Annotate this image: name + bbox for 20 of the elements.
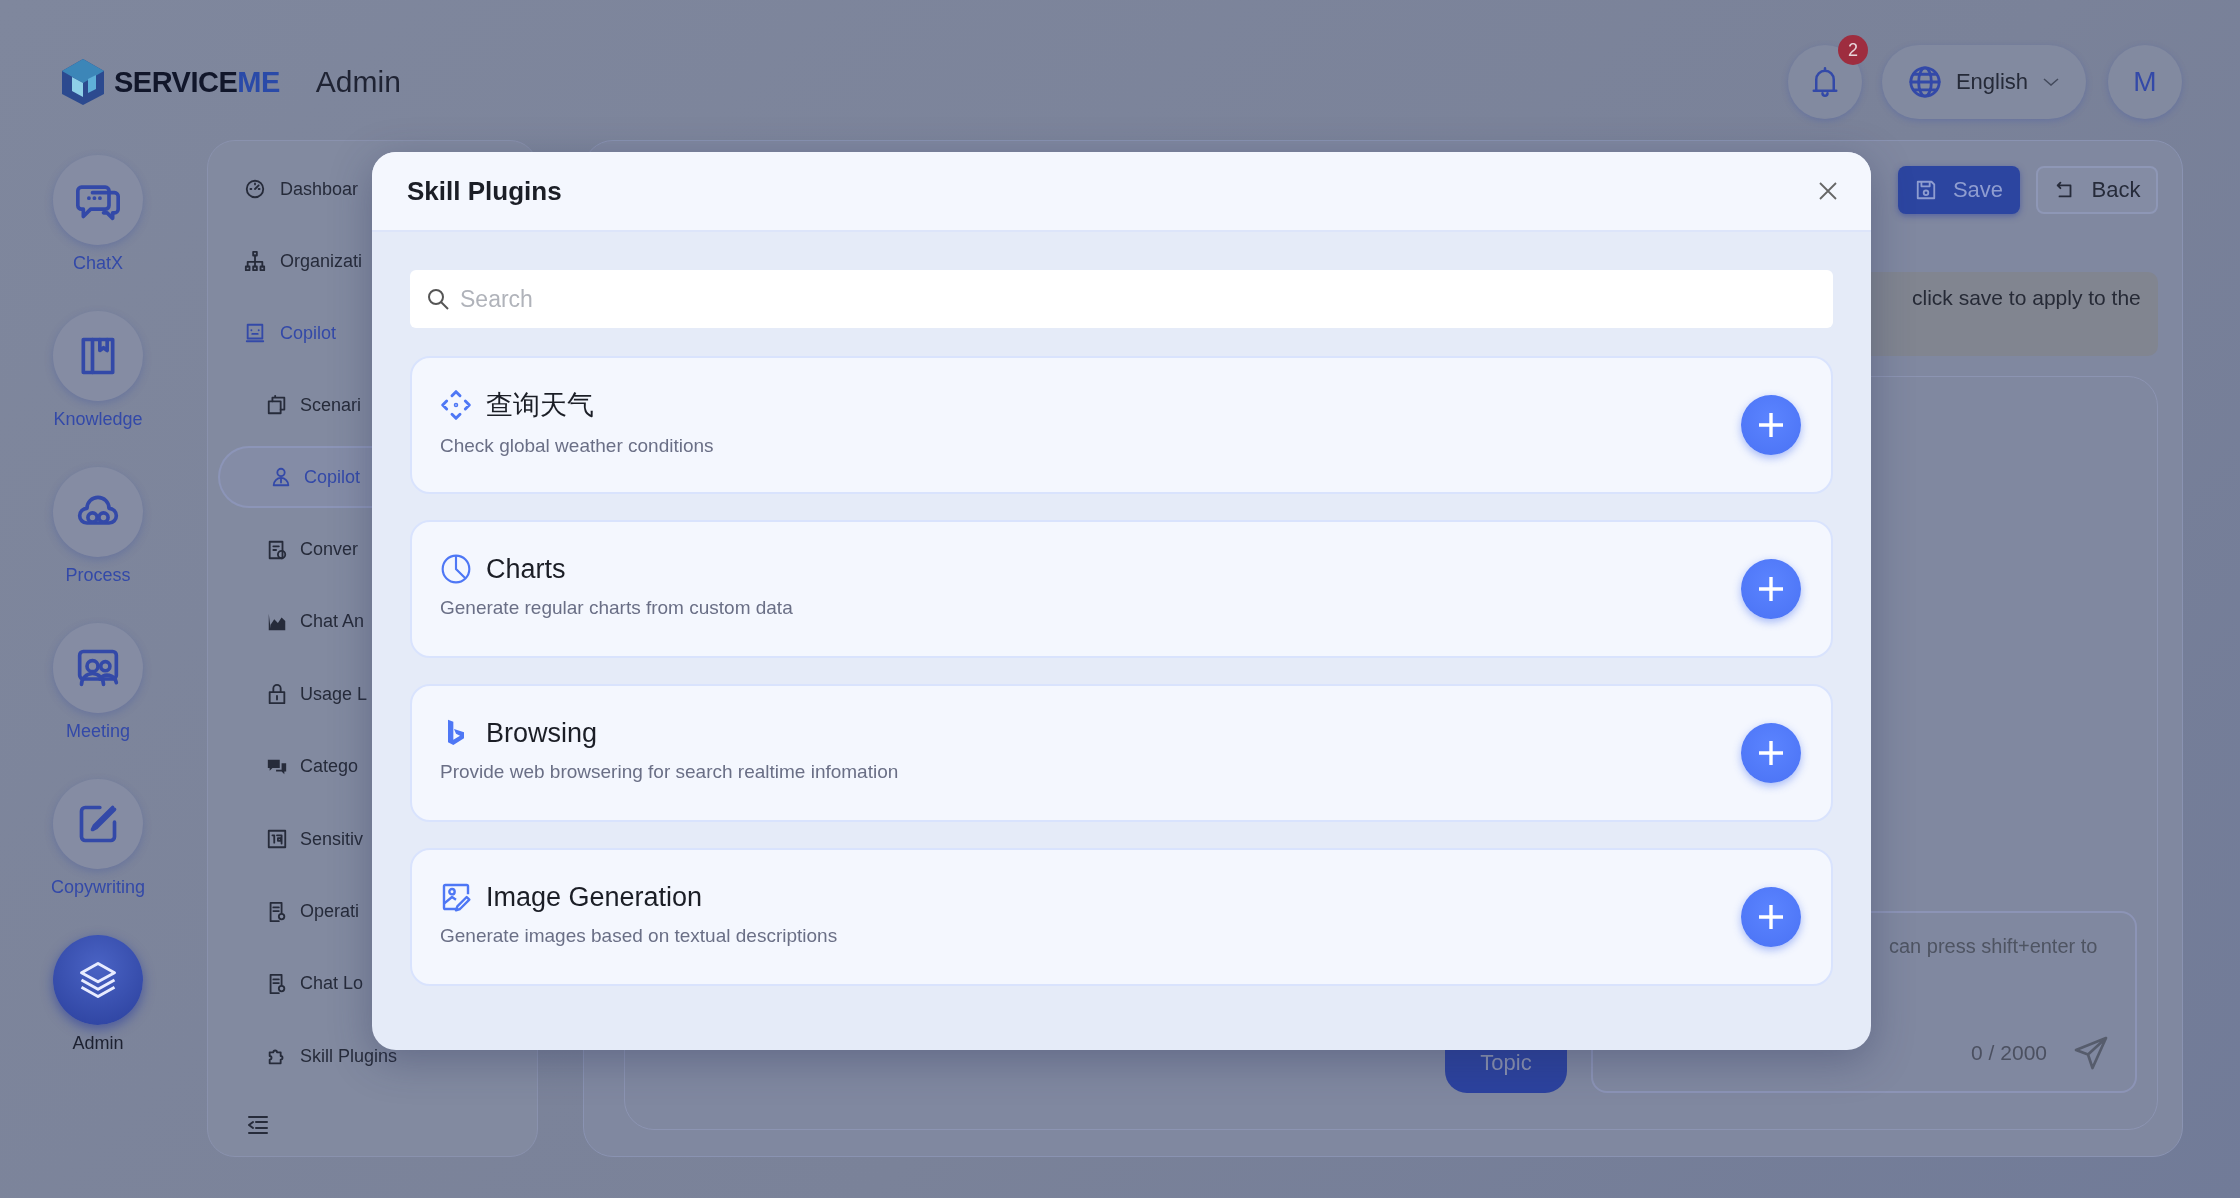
nav-label: Meeting bbox=[65, 721, 130, 742]
notice-text: click save to apply to the bbox=[1912, 286, 2141, 311]
nav-label: Admin bbox=[72, 1033, 124, 1054]
plugin-name: Image Generation bbox=[486, 881, 703, 913]
plugin-description: Provide web browsering for search realtime infomation bbox=[440, 761, 899, 783]
nav-label: Copywriting bbox=[50, 877, 145, 898]
app-title: Admin bbox=[315, 65, 401, 99]
notification-badge: 2 bbox=[1838, 35, 1868, 65]
dialog-title: Skill Plugins bbox=[407, 175, 562, 207]
plugin-name: Charts bbox=[486, 553, 566, 585]
brand-logo: SERVICEME bbox=[114, 65, 280, 99]
plugin-description: Generate images based on textual descriptions bbox=[440, 925, 838, 947]
plugin-description: Generate regular charts from custom data bbox=[440, 597, 793, 619]
nav-label: Process bbox=[65, 565, 131, 586]
character-counter: 0 / 2000 bbox=[1971, 1041, 2047, 1065]
nav-label: ChatX bbox=[73, 253, 123, 274]
plugin-name: 查询天气 bbox=[486, 389, 594, 422]
nav-label: Knowledge bbox=[53, 409, 143, 430]
plugin-name: Browsing bbox=[486, 717, 598, 749]
plugin-description: Check global weather conditions bbox=[440, 435, 714, 457]
